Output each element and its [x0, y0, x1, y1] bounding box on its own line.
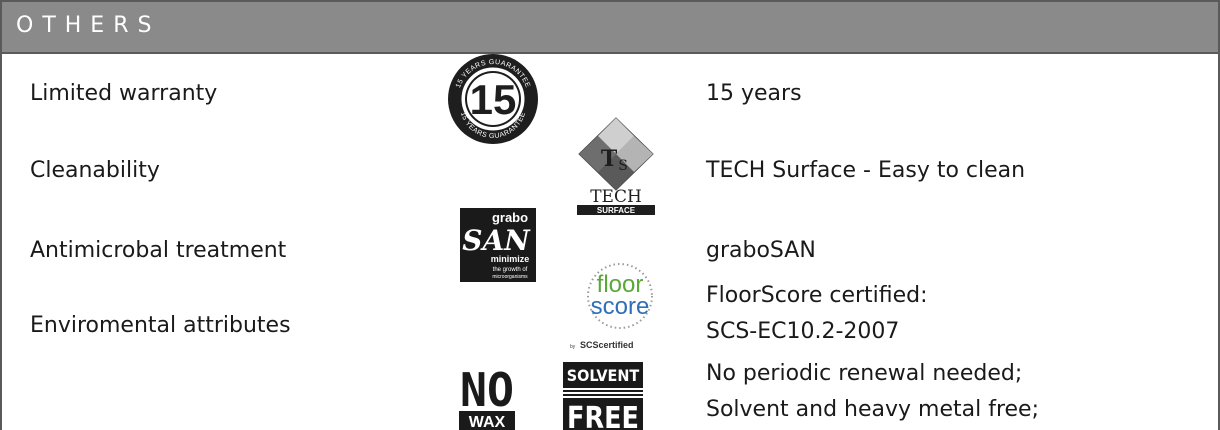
tech-line1: TECH	[590, 187, 642, 207]
label-environmental-attributes: Enviromental attributes	[30, 313, 291, 338]
value-environmental-line-1: FloorScore certified:	[706, 283, 928, 308]
label-cleanability: Cleanability	[30, 158, 160, 183]
label-antimicrobial-treatment: Antimicrobal treatment	[30, 238, 287, 263]
grabo-line1: minimize	[491, 254, 530, 264]
tech-t-glyph: T	[601, 146, 618, 172]
grabosan-icon: grabo SAN minimize the growth of microor…	[460, 208, 536, 282]
tech-line2: SURFACE	[597, 206, 636, 215]
tech-s-glyph: S	[618, 158, 628, 174]
warranty-number: 15	[470, 76, 517, 123]
value-limited-warranty: 15 years	[706, 81, 802, 106]
tech-surface-icon: T S TECH SURFACE	[575, 117, 657, 215]
solvent-free-text: FREE	[567, 401, 639, 430]
no-wax-icon: NO WAX	[459, 363, 515, 430]
grabo-san-text: SAN	[462, 224, 531, 257]
label-limited-warranty: Limited warranty	[30, 81, 218, 106]
section-title: OTHERS	[16, 13, 161, 38]
floorscore-score-text: score	[591, 293, 650, 320]
solvent-free-icon: SOLVENT FREE	[563, 362, 643, 430]
warranty-badge-icon: 15 YEARS GUARANTEE 15 YEARS GUARANTEE 15	[448, 54, 538, 144]
value-environmental-line-2: SCS-EC10.2-2007	[706, 319, 900, 344]
value-other-line-1: No periodic renewal needed;	[706, 361, 1023, 386]
floorscore-scs-text: SCScertified	[580, 340, 634, 350]
grabo-line2: the growth of	[493, 267, 528, 273]
value-other-line-2: Solvent and heavy metal free;	[706, 397, 1039, 422]
grabo-top-text: grabo	[492, 210, 528, 225]
nowax-no-text: NO	[460, 363, 514, 417]
solvent-top-text: SOLVENT	[567, 366, 640, 385]
floorscore-icon: floor score by SCScertified	[570, 263, 653, 350]
value-cleanability: TECH Surface - Easy to clean	[706, 158, 1026, 183]
grabo-line3: microorganisms	[492, 274, 528, 280]
floorscore-by-text: by	[570, 344, 576, 350]
section-header: OTHERS	[2, 2, 1218, 54]
nowax-wax-text: WAX	[469, 414, 506, 430]
value-antimicrobial-treatment: graboSAN	[706, 238, 816, 263]
